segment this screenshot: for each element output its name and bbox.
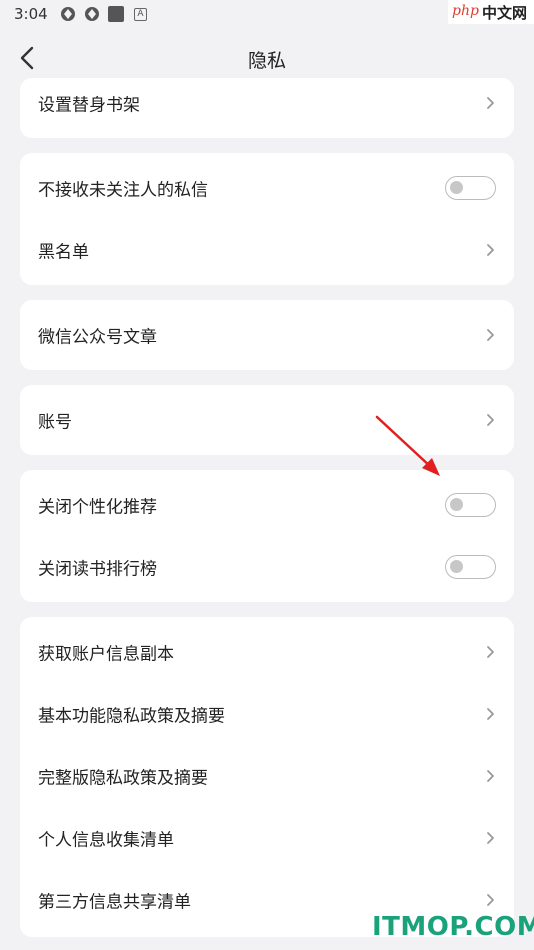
setting-label: 关闭读书排行榜 (38, 559, 157, 580)
setting-row-wechat-articles[interactable]: 微信公众号文章 (20, 304, 514, 366)
personalized-recommendation-toggle[interactable] (445, 493, 496, 517)
reading-ranking-toggle[interactable] (445, 555, 496, 579)
block-stranger-messages-toggle[interactable] (445, 176, 496, 200)
toggle-knob (450, 498, 463, 511)
settings-group: 不接收未关注人的私信 黑名单 (20, 153, 514, 285)
settings-group: 设置替身书架 (20, 78, 514, 138)
settings-group: 获取账户信息副本 基本功能隐私政策及摘要 完整版隐私政策及摘要 个人信息收集清单… (20, 617, 514, 937)
setting-label: 获取账户信息副本 (38, 644, 174, 665)
chevron-right-icon (487, 244, 494, 256)
setting-label: 不接收未关注人的私信 (38, 180, 208, 201)
setting-row-full-privacy-policy[interactable]: 完整版隐私政策及摘要 (20, 745, 514, 807)
setting-label: 黑名单 (38, 242, 89, 263)
a-notification-icon: A (134, 8, 147, 21)
setting-row-substitute-shelf[interactable]: 设置替身书架 (20, 78, 514, 134)
chevron-right-icon (487, 894, 494, 906)
page-title: 隐私 (247, 50, 286, 72)
watermark-php-logo: php 中文网 (448, 0, 534, 24)
setting-label: 第三方信息共享清单 (38, 892, 191, 913)
toggle-knob (450, 560, 463, 573)
setting-label: 设置替身书架 (38, 95, 140, 116)
chevron-right-icon (487, 97, 494, 109)
app-notification-icon (84, 6, 100, 22)
chevron-right-icon (487, 329, 494, 341)
square-notification-icon (108, 6, 124, 22)
setting-row-disable-reading-ranking: 关闭读书排行榜 (20, 536, 514, 598)
settings-group: 关闭个性化推荐 关闭读书排行榜 (20, 470, 514, 602)
setting-label: 个人信息收集清单 (38, 830, 174, 851)
setting-label: 微信公众号文章 (38, 327, 157, 348)
toggle-knob (450, 181, 463, 194)
chevron-right-icon (487, 832, 494, 844)
setting-label: 基本功能隐私政策及摘要 (38, 706, 225, 727)
setting-label: 关闭个性化推荐 (38, 497, 157, 518)
chevron-right-icon (487, 646, 494, 658)
setting-row-account-info-copy[interactable]: 获取账户信息副本 (20, 621, 514, 683)
watermark-itmop: ITMOP.COM (372, 912, 534, 942)
chevron-right-icon (487, 770, 494, 782)
app-notification-icon (60, 6, 76, 22)
setting-label: 完整版隐私政策及摘要 (38, 768, 208, 789)
setting-row-block-stranger-messages: 不接收未关注人的私信 (20, 157, 514, 219)
status-time: 3:04 (14, 5, 48, 23)
watermark-cn-text: 中文网 (482, 4, 528, 22)
setting-label: 账号 (38, 412, 72, 433)
settings-group: 微信公众号文章 (20, 300, 514, 370)
setting-row-basic-privacy-policy[interactable]: 基本功能隐私政策及摘要 (20, 683, 514, 745)
setting-row-personal-info-list[interactable]: 个人信息收集清单 (20, 807, 514, 869)
annotation-arrow-icon (375, 415, 440, 476)
chevron-right-icon (487, 708, 494, 720)
chevron-right-icon (487, 414, 494, 426)
watermark-php-text: php (452, 3, 479, 19)
setting-row-blacklist[interactable]: 黑名单 (20, 219, 514, 281)
